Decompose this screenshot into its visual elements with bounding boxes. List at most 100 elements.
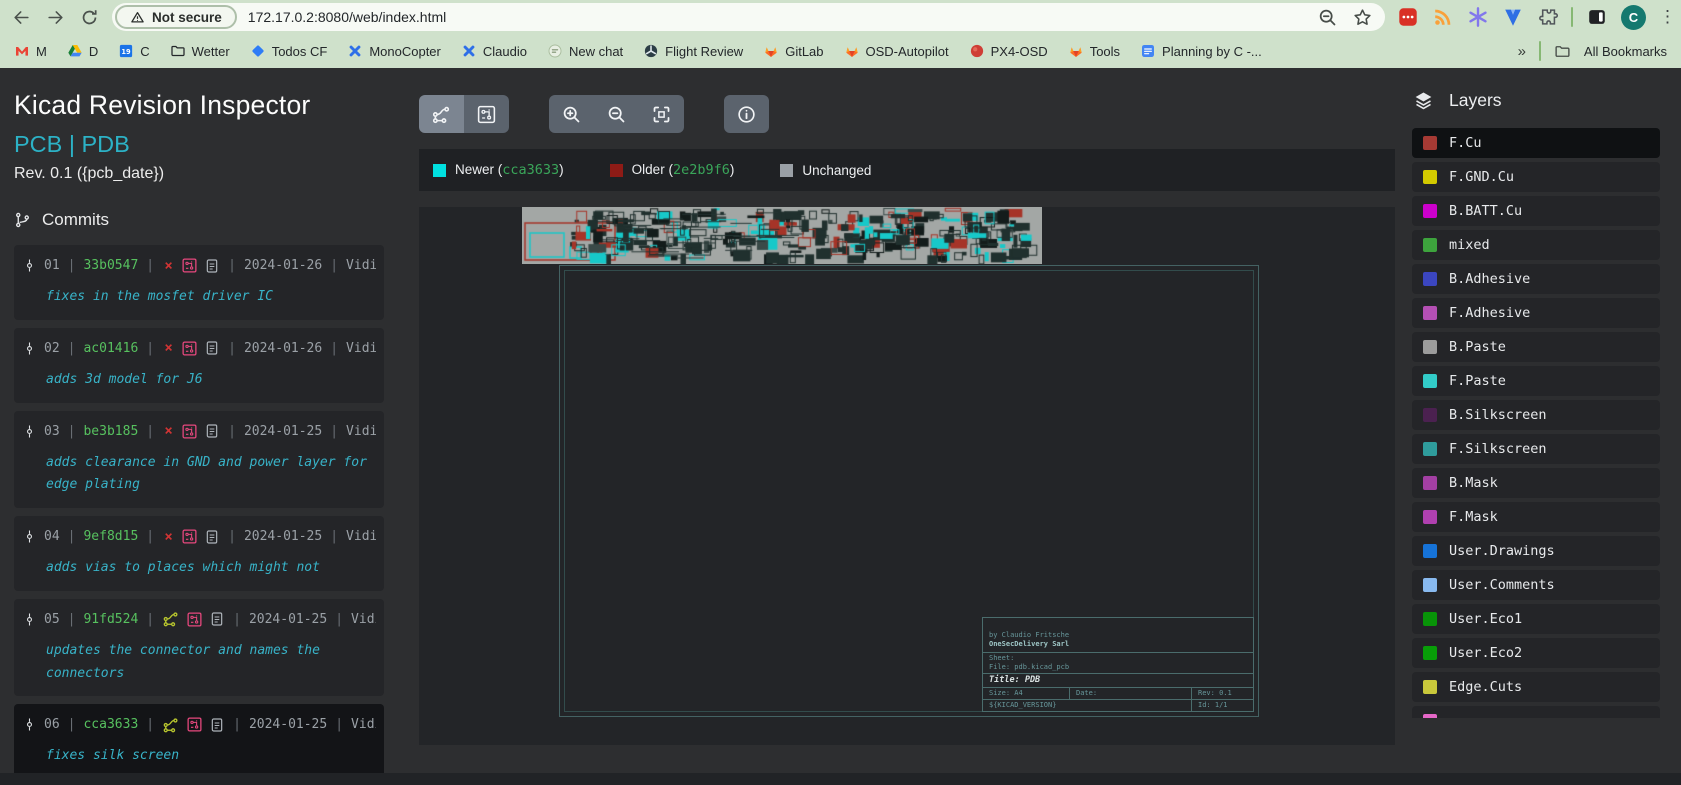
layers-header-label: Layers (1449, 90, 1502, 111)
bookmark-wetter[interactable]: Wetter (170, 43, 230, 59)
link-separator: | (62, 131, 81, 157)
commit-item-91fd524[interactable]: 05|91fd524||2024-01-25|Vidit Katupdates … (14, 599, 384, 697)
bookmark-new-chat[interactable]: New chat (547, 43, 623, 59)
layer-item-user-eco2[interactable]: User.Eco2 (1412, 638, 1660, 668)
zoom-out-button[interactable] (594, 95, 639, 133)
layer-item-mixed[interactable]: mixed (1412, 230, 1660, 260)
commit-hash[interactable]: be3b185 (83, 424, 138, 439)
layer-color-swatch (1423, 510, 1437, 524)
puzzle-extension-icon[interactable] (1537, 6, 1559, 28)
bookmark-label: Tools (1090, 44, 1120, 59)
bookmarks-overflow-chevron[interactable]: » (1518, 43, 1526, 60)
side-panel-icon[interactable] (1586, 6, 1608, 28)
layer-item-b-paste[interactable]: B.Paste (1412, 332, 1660, 362)
commit-diff-icons[interactable]: × (162, 528, 220, 545)
commit-hash[interactable]: ac01416 (83, 341, 138, 356)
reload-button[interactable] (78, 6, 100, 28)
back-button[interactable] (10, 6, 32, 28)
layer-item-b-batt-cu[interactable]: B.BATT.Cu (1412, 196, 1660, 226)
commit-item-9ef8d15[interactable]: 04|9ef8d15|×|2024-01-25|Vidit Katadds vi… (14, 516, 384, 591)
layer-item-b-mask[interactable]: B.Mask (1412, 468, 1660, 498)
url-bar[interactable]: Not secure 172.17.0.2:8080/web/index.htm… (112, 3, 1385, 31)
layer-name: B.Adhesive (1449, 271, 1530, 287)
commit-author: Vidit Kat (346, 341, 376, 356)
link-pdb[interactable]: PDB (82, 131, 130, 157)
back-icon (12, 8, 31, 27)
asterisk-extension-icon[interactable] (1467, 6, 1489, 28)
schematic-button[interactable] (419, 95, 464, 133)
layer-item-user-eco1[interactable]: User.Eco1 (1412, 604, 1660, 634)
commit-diff-icons[interactable]: × (162, 423, 220, 440)
bookmark-claudio[interactable]: Claudio (461, 43, 527, 59)
bookmark-star-icon[interactable] (1352, 7, 1373, 28)
zoom-in-button[interactable] (549, 95, 594, 133)
commit-number: 05 (44, 612, 60, 627)
layer-item-edge-cuts[interactable]: Edge.Cuts (1412, 672, 1660, 702)
bookmark-tools[interactable]: Tools (1068, 43, 1120, 59)
layer-name: F.Adhesive (1449, 305, 1530, 321)
bookmark-monocopter[interactable]: MonoCopter (347, 43, 441, 59)
forward-icon (46, 8, 65, 27)
pcb-viewport[interactable]: by Claudio Fritsche OneSecDelivery Sarl … (419, 207, 1395, 745)
layer-item-user-drawings[interactable]: User.Drawings (1412, 536, 1660, 566)
extensions-area (1397, 6, 1559, 28)
bookmark-osd-autopilot[interactable]: OSD-Autopilot (844, 43, 949, 59)
commit-hash[interactable]: cca3633 (83, 717, 138, 732)
bookmark-flight-review[interactable]: Flight Review (643, 43, 743, 59)
commit-hash[interactable]: 91fd524 (83, 612, 138, 627)
layer-color-swatch (1423, 476, 1437, 490)
layer-item-f-paste[interactable]: F.Paste (1412, 366, 1660, 396)
security-chip[interactable]: Not secure (115, 5, 237, 29)
svg-text:19: 19 (122, 48, 132, 56)
zoom-fit-button[interactable] (639, 95, 684, 133)
bookmark-c[interactable]: 19C (118, 43, 149, 59)
rss-extension-icon[interactable] (1432, 6, 1454, 28)
layers-stack-icon (1412, 90, 1435, 111)
commit-hash[interactable]: 33b0547 (83, 258, 138, 273)
bookmark-gitlab[interactable]: GitLab (763, 43, 823, 59)
commit-diff-icons[interactable] (162, 610, 225, 628)
vlogo-extension-icon[interactable] (1502, 6, 1524, 28)
layer-name: B.Silkscreen (1449, 407, 1547, 423)
commit-item-ac01416[interactable]: 02|ac01416|×|2024-01-26|Vidit Katadds 3d… (14, 328, 384, 403)
commit-item-cca3633[interactable]: 06|cca3633||2024-01-25|Vidit Katfixes si… (14, 704, 384, 773)
commit-doc-icon (204, 423, 220, 439)
profile-avatar[interactable]: C (1621, 5, 1646, 30)
bookmark-d[interactable]: D (67, 43, 98, 59)
pcb-button[interactable] (464, 95, 509, 133)
layer-item-f-adhesive[interactable]: F.Adhesive (1412, 298, 1660, 328)
bookmark-m[interactable]: M (14, 43, 47, 59)
pcb-board-render[interactable] (522, 207, 1042, 264)
commit-date: 2024-01-25 (244, 424, 322, 439)
layer-item-f-silkscreen[interactable]: F.Silkscreen (1412, 434, 1660, 464)
commit-diff-icons[interactable] (162, 716, 225, 734)
layer-item-partial[interactable] (1412, 706, 1660, 718)
forward-button[interactable] (44, 6, 66, 28)
layer-item-b-silkscreen[interactable]: B.Silkscreen (1412, 400, 1660, 430)
commit-hash[interactable]: 9ef8d15 (83, 529, 138, 544)
xlogo-icon (461, 43, 477, 59)
schematic-icon (431, 104, 452, 125)
browser-menu-icon[interactable]: ⋮ (1659, 6, 1671, 28)
zoom-page-icon[interactable] (1317, 7, 1338, 28)
layer-item-b-adhesive[interactable]: B.Adhesive (1412, 264, 1660, 294)
link-pcb[interactable]: PCB (14, 131, 62, 157)
commit-diff-icons[interactable]: × (162, 340, 220, 357)
layer-color-swatch (1423, 680, 1437, 694)
layer-item-f-gnd-cu[interactable]: F.GND.Cu (1412, 162, 1660, 192)
layer-item-f-mask[interactable]: F.Mask (1412, 502, 1660, 532)
bookmark-px4-osd[interactable]: PX4-OSD (969, 43, 1048, 59)
layer-item-f-cu[interactable]: F.Cu (1412, 128, 1660, 158)
commit-item-be3b185[interactable]: 03|be3b185|×|2024-01-25|Vidit Katadds cl… (14, 411, 384, 509)
adblock-extension-icon[interactable] (1397, 6, 1419, 28)
propeller-icon (643, 43, 659, 59)
main-toolbar (419, 95, 1395, 133)
all-bookmarks-button[interactable]: All Bookmarks (1584, 44, 1667, 59)
layer-item-user-comments[interactable]: User.Comments (1412, 570, 1660, 600)
bookmark-planning-by-c[interactable]: Planning by C -... (1140, 43, 1262, 59)
pcb-diff-icon (186, 716, 203, 733)
info-button[interactable] (724, 95, 769, 133)
bookmark-todos-cf[interactable]: Todos CF (250, 43, 328, 59)
commit-item-33b0547[interactable]: 01|33b0547|×|2024-01-26|Vidit Katfixes i… (14, 245, 384, 320)
commit-diff-icons[interactable]: × (162, 257, 220, 274)
